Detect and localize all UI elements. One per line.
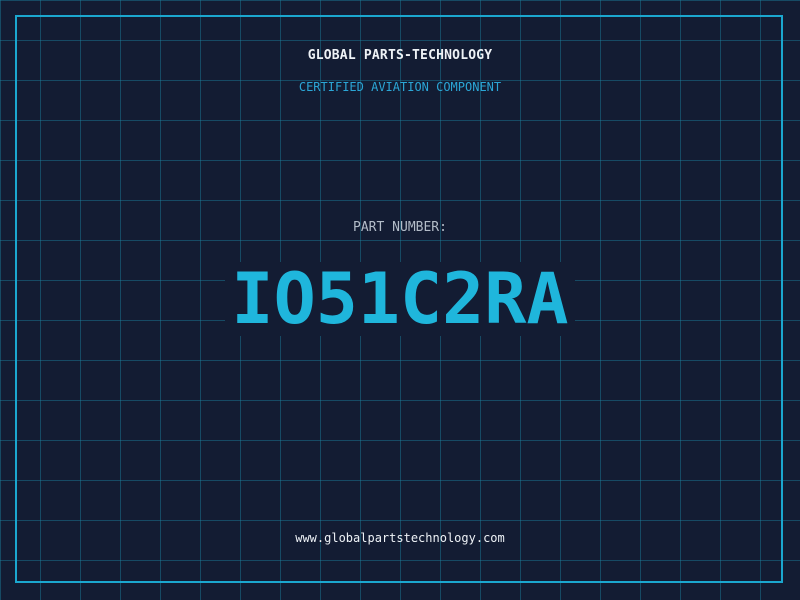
- label-card: GLOBAL PARTS-TECHNOLOGY CERTIFIED AVIATI…: [0, 0, 800, 600]
- part-number-container: IO51C2RA: [0, 262, 800, 336]
- part-number-value: IO51C2RA: [225, 262, 575, 336]
- certification-subtitle: CERTIFIED AVIATION COMPONENT: [298, 80, 502, 94]
- part-number-label: PART NUMBER:: [353, 220, 447, 235]
- company-name: GLOBAL PARTS-TECHNOLOGY: [307, 48, 493, 63]
- website-url: www.globalpartstechnology.com: [295, 531, 505, 545]
